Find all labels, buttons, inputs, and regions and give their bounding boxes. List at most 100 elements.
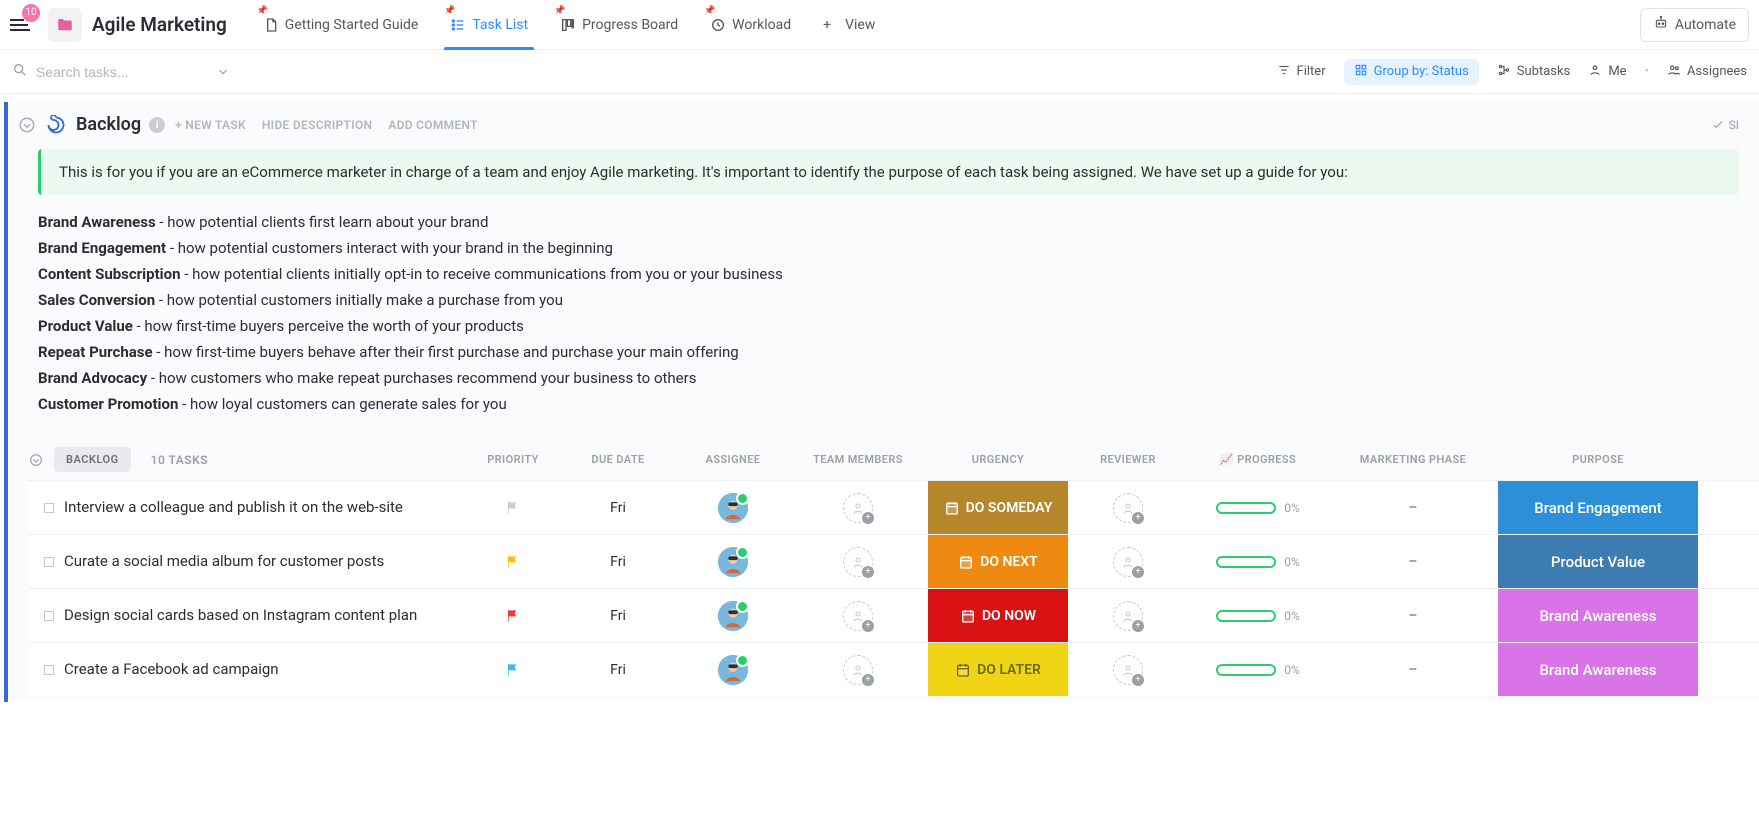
col-due[interactable]: DUE DATE — [558, 453, 678, 466]
table-row[interactable]: Curate a social media album for customer… — [28, 534, 1759, 588]
group-title-text: Backlog — [76, 114, 141, 135]
add-member-icon[interactable]: + — [843, 493, 873, 523]
team-cell[interactable]: + — [788, 589, 928, 642]
urgency-cell[interactable]: DO NOW — [928, 589, 1068, 642]
tab-add-view[interactable]: + View — [807, 0, 891, 50]
search-input-wrap[interactable] — [12, 62, 230, 82]
add-member-icon[interactable]: + — [843, 601, 873, 631]
purpose-cell[interactable]: Brand Awareness — [1498, 643, 1698, 696]
status-square-icon[interactable] — [44, 611, 54, 621]
status-square-icon[interactable] — [44, 503, 54, 513]
search-input[interactable] — [36, 64, 196, 80]
tab-workload[interactable]: 📌 Workload — [694, 0, 807, 50]
definition-item: Brand Awareness - how potential clients … — [38, 213, 1739, 231]
col-urgency[interactable]: URGENCY — [928, 453, 1068, 466]
progress-cell[interactable]: 0% — [1188, 589, 1328, 642]
collapse-group-icon[interactable] — [28, 452, 44, 468]
table-row[interactable]: Interview a colleague and publish it on … — [28, 480, 1759, 534]
menu-toggle-button[interactable]: 10 — [10, 10, 40, 40]
automate-button[interactable]: Automate — [1640, 8, 1749, 42]
priority-cell[interactable] — [468, 481, 558, 534]
tab-label: Task List — [472, 17, 528, 33]
save-indicator-text: SI — [1729, 118, 1739, 132]
table-row[interactable]: Design social cards based on Instagram c… — [28, 588, 1759, 642]
subtasks-button[interactable]: Subtasks — [1497, 63, 1571, 81]
phase-cell[interactable]: – — [1328, 481, 1498, 534]
folder-icon[interactable] — [48, 8, 82, 42]
table-row[interactable]: Create a Facebook ad campaign Fri + DO L… — [28, 642, 1759, 696]
new-task-button[interactable]: + NEW TASK — [175, 118, 246, 132]
add-comment-button[interactable]: ADD COMMENT — [388, 118, 478, 132]
reviewer-cell[interactable]: + — [1068, 643, 1188, 696]
tab-progress-board[interactable]: 📌 Progress Board — [544, 0, 694, 50]
task-name[interactable]: Curate a social media album for customer… — [64, 551, 384, 571]
group-title[interactable]: Backlog i — [76, 114, 165, 135]
group-by-button[interactable]: Group by: Status — [1344, 59, 1479, 85]
add-reviewer-icon[interactable]: + — [1113, 601, 1143, 631]
purpose-cell[interactable]: Brand Awareness — [1498, 589, 1698, 642]
due-cell[interactable]: Fri — [558, 481, 678, 534]
status-square-icon[interactable] — [44, 557, 54, 567]
col-team[interactable]: TEAM MEMBERS — [788, 453, 928, 466]
add-reviewer-icon[interactable]: + — [1113, 493, 1143, 523]
group-actions: + NEW TASK HIDE DESCRIPTION ADD COMMENT — [175, 118, 478, 132]
assignee-cell[interactable] — [678, 589, 788, 642]
due-cell[interactable]: Fri — [558, 589, 678, 642]
chevron-down-icon[interactable] — [216, 65, 230, 79]
col-progress[interactable]: 📈 PROGRESS — [1188, 453, 1328, 466]
priority-cell[interactable] — [468, 535, 558, 588]
status-square-icon[interactable] — [44, 665, 54, 675]
space-title[interactable]: Agile Marketing — [92, 13, 227, 36]
add-member-icon[interactable]: + — [843, 547, 873, 577]
col-assignee[interactable]: ASSIGNEE — [678, 453, 788, 466]
col-purpose[interactable]: PURPOSE — [1498, 453, 1698, 466]
progress-cell[interactable]: 0% — [1188, 535, 1328, 588]
team-cell[interactable]: + — [788, 481, 928, 534]
filter-button[interactable]: Filter — [1277, 63, 1326, 81]
add-reviewer-icon[interactable]: + — [1113, 655, 1143, 685]
assignee-cell[interactable] — [678, 481, 788, 534]
urgency-cell[interactable]: DO SOMEDAY — [928, 481, 1068, 534]
assignee-cell[interactable] — [678, 643, 788, 696]
reviewer-cell[interactable]: + — [1068, 535, 1188, 588]
avatar — [718, 493, 748, 523]
purpose-cell[interactable]: Product Value — [1498, 535, 1698, 588]
task-name[interactable]: Interview a colleague and publish it on … — [64, 497, 403, 517]
urgency-cell[interactable]: DO LATER — [928, 643, 1068, 696]
task-name[interactable]: Create a Facebook ad campaign — [64, 659, 279, 679]
add-member-icon[interactable]: + — [843, 655, 873, 685]
reviewer-cell[interactable]: + — [1068, 481, 1188, 534]
phase-cell[interactable]: – — [1328, 535, 1498, 588]
status-chip[interactable]: BACKLOG — [54, 447, 131, 472]
col-reviewer[interactable]: REVIEWER — [1068, 453, 1188, 466]
due-cell[interactable]: Fri — [558, 643, 678, 696]
tab-task-list[interactable]: 📌 Task List — [434, 0, 544, 50]
priority-cell[interactable] — [468, 643, 558, 696]
priority-cell[interactable] — [468, 589, 558, 642]
assignees-button[interactable]: Assignees — [1667, 63, 1747, 81]
assignee-cell[interactable] — [678, 535, 788, 588]
info-icon[interactable]: i — [149, 117, 165, 133]
reviewer-cell[interactable]: + — [1068, 589, 1188, 642]
col-phase[interactable]: MARKETING PHASE — [1328, 453, 1498, 466]
due-cell[interactable]: Fri — [558, 535, 678, 588]
collapse-icon[interactable] — [18, 116, 36, 134]
phase-cell[interactable]: – — [1328, 643, 1498, 696]
progress-cell[interactable]: 0% — [1188, 643, 1328, 696]
hide-description-button[interactable]: HIDE DESCRIPTION — [262, 118, 372, 132]
progress-cell[interactable]: 0% — [1188, 481, 1328, 534]
team-cell[interactable]: + — [788, 643, 928, 696]
task-name[interactable]: Design social cards based on Instagram c… — [64, 605, 417, 625]
purpose-cell[interactable]: Brand Engagement — [1498, 481, 1698, 534]
urgency-cell[interactable]: DO NEXT — [928, 535, 1068, 588]
col-priority[interactable]: PRIORITY — [468, 453, 558, 466]
toolbar: Filter Group by: Status Subtasks Me • As… — [0, 50, 1759, 94]
tab-getting-started[interactable]: 📌 Getting Started Guide — [247, 0, 435, 50]
progress-bar — [1216, 664, 1276, 676]
phase-cell[interactable]: – — [1328, 589, 1498, 642]
filter-icon — [1277, 63, 1291, 81]
description-text: This is for you if you are an eCommerce … — [59, 163, 1348, 181]
me-button[interactable]: Me — [1588, 63, 1626, 81]
add-reviewer-icon[interactable]: + — [1113, 547, 1143, 577]
team-cell[interactable]: + — [788, 535, 928, 588]
